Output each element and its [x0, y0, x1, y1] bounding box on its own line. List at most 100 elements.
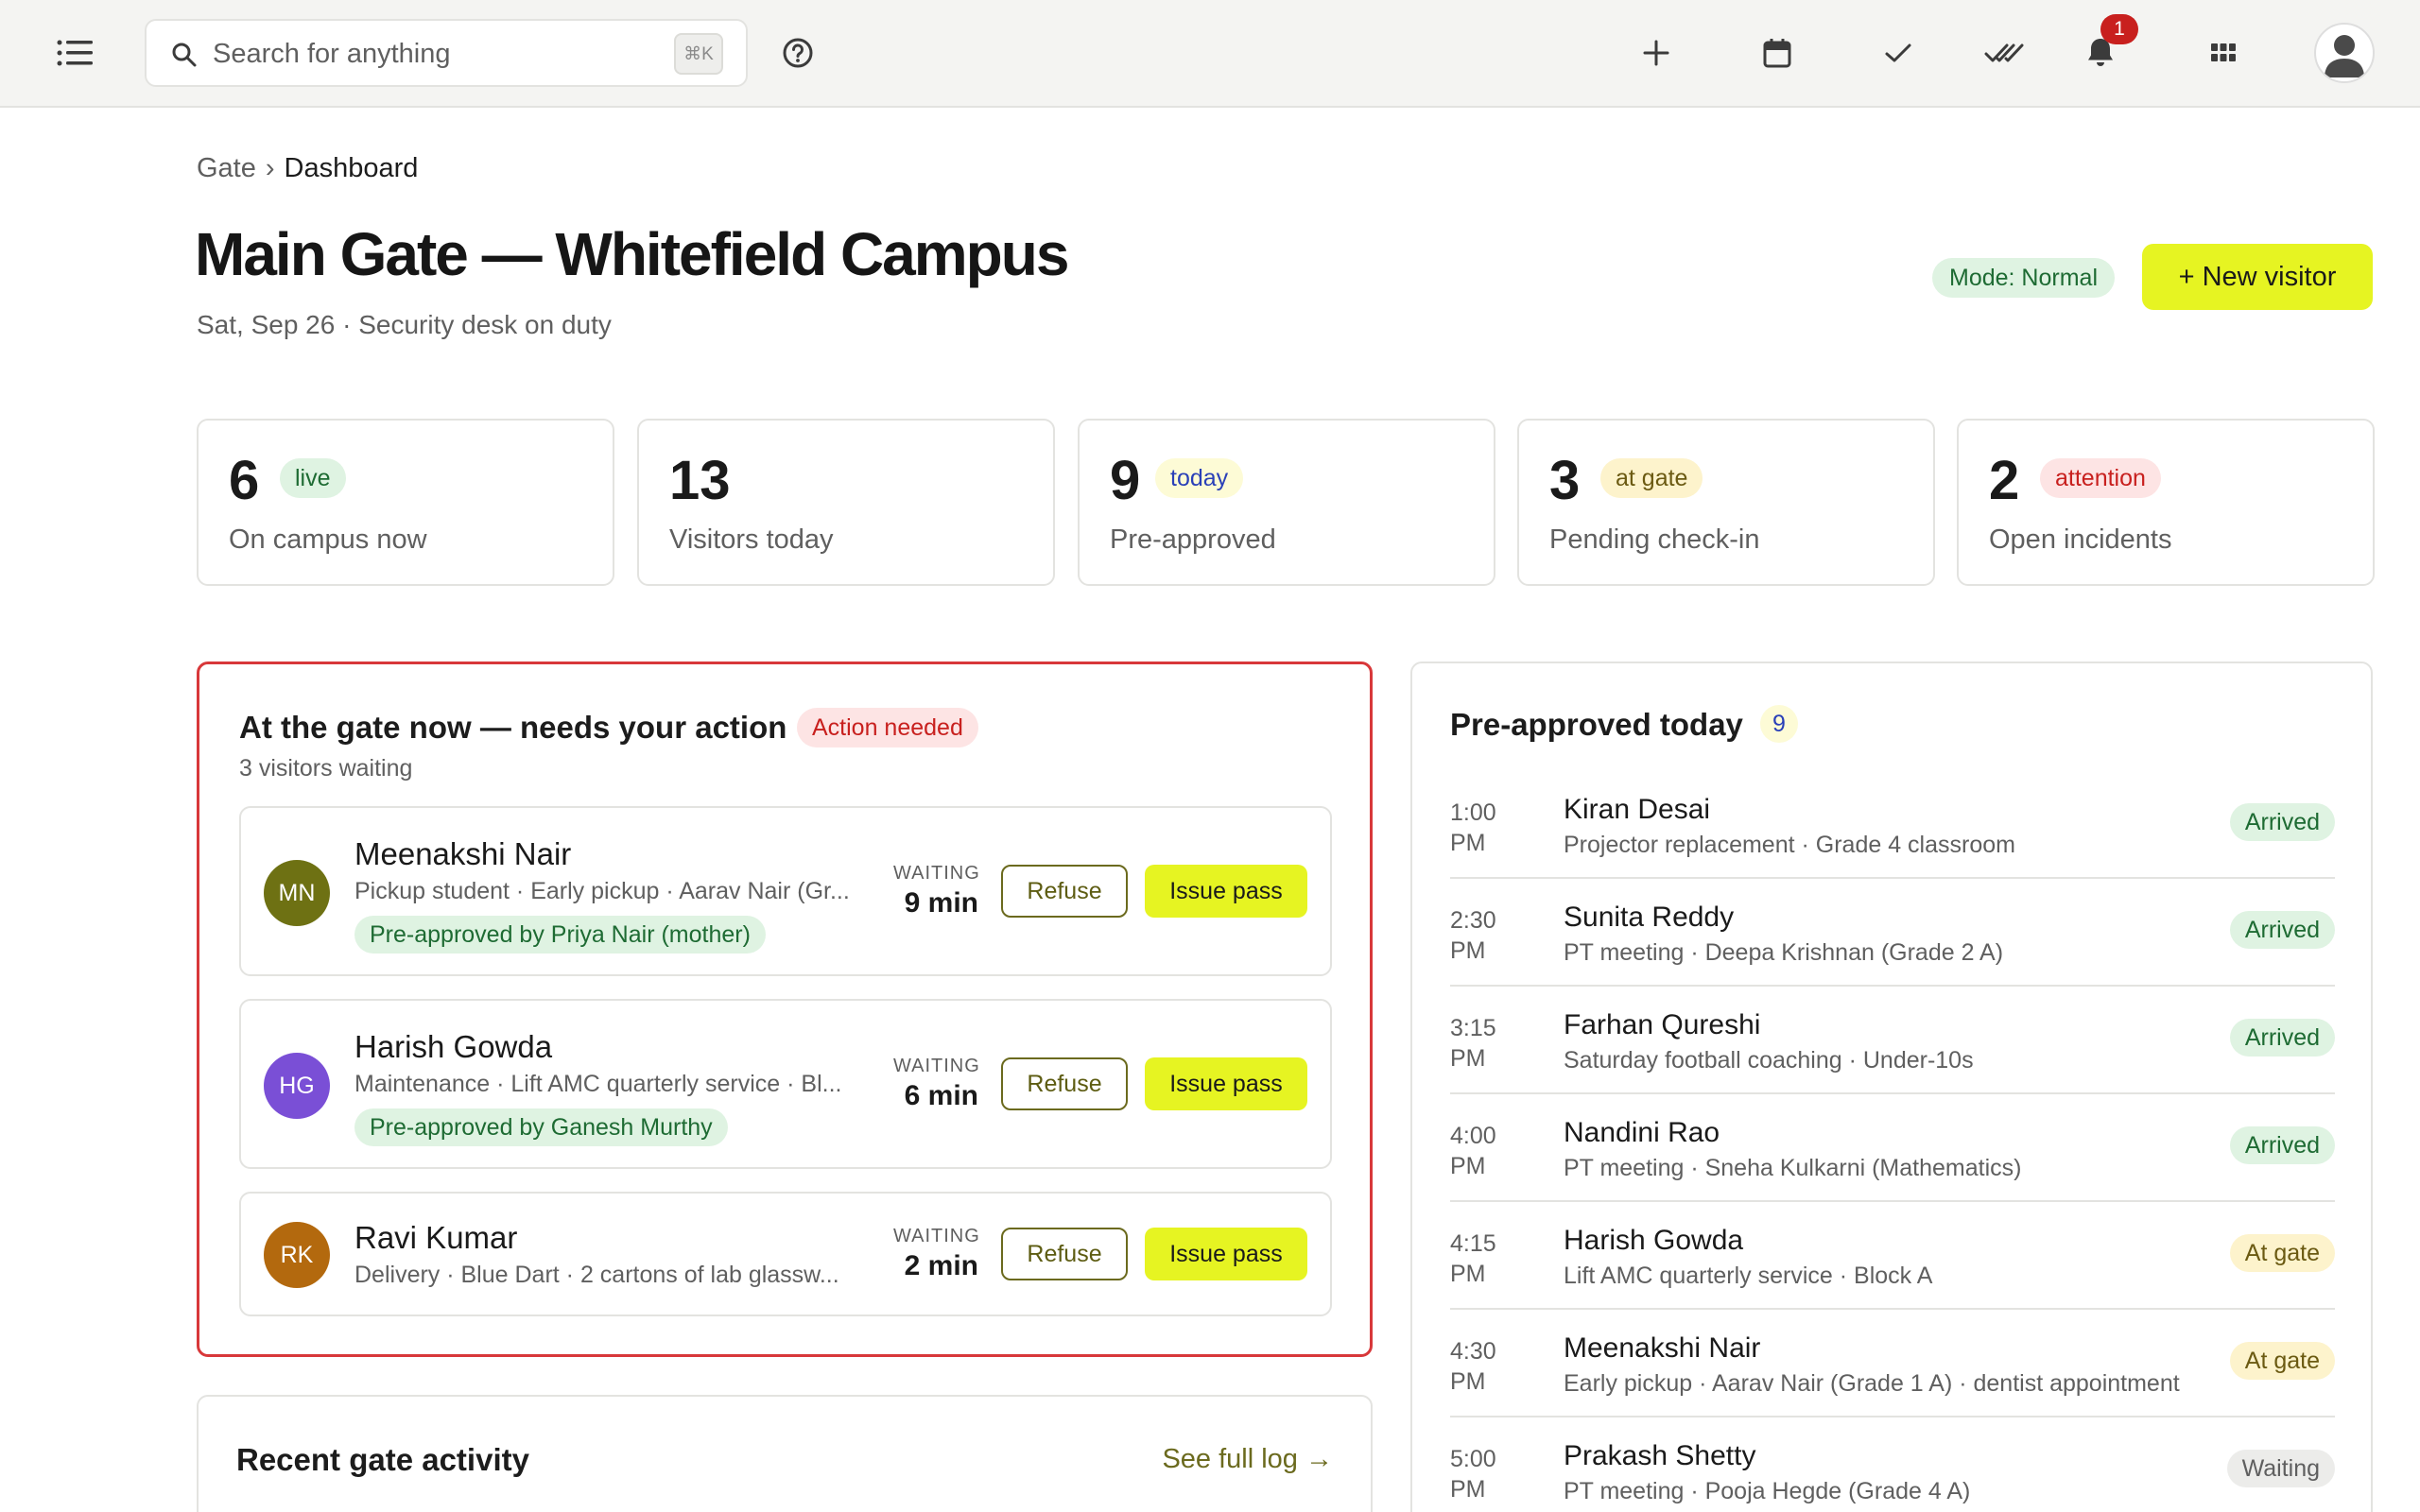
stat-value: 13 — [669, 450, 731, 511]
pre-approved-panel: Pre-approved today 9 1:00 PM Kiran Desai … — [1410, 662, 2373, 1512]
stat-card-on-campus[interactable]: 6 live On campus now — [197, 419, 614, 586]
status-badge: Arrived — [2229, 803, 2335, 841]
refuse-button[interactable]: Refuse — [1001, 865, 1128, 918]
scheduled-time: 2:30 PM — [1450, 907, 1496, 964]
visitor-detail: Saturday football coaching · Under-10s — [1564, 1047, 1974, 1074]
plus-icon[interactable] — [1639, 36, 1673, 70]
visitor-name: Sunita Reddy — [1564, 902, 1735, 933]
stat-card-pending-check-in[interactable]: 3 at gate Pending check-in — [1517, 419, 1935, 586]
issue-pass-button[interactable]: Issue pass — [1145, 865, 1307, 918]
visitor-name: Harish Gowda — [1564, 1225, 1744, 1256]
visitor-name: Kiran Desai — [1564, 794, 1711, 825]
calendar-icon[interactable] — [1760, 34, 1794, 72]
recent-gate-activity-panel: Recent gate activity See full log → — [197, 1395, 1373, 1512]
panel-title: Recent gate activity — [236, 1442, 529, 1477]
apps-grid-icon[interactable] — [2206, 36, 2240, 70]
waiting-label: WAITING — [893, 1056, 980, 1076]
visitor-detail: Maintenance · Lift AMC quarterly service… — [354, 1071, 842, 1097]
action-needed-badge: Action needed — [797, 708, 978, 747]
scheduled-time: 3:15 PM — [1450, 1015, 1496, 1072]
top-bar: ⌘K 1 — [0, 0, 2420, 108]
status-badge: At gate — [2229, 1234, 2335, 1272]
pre-approved-row[interactable]: 1:00 PM Kiran Desai Projector replacement… — [1450, 771, 2335, 879]
pre-approved-badge: Pre-approved by Priya Nair (mother) — [354, 916, 766, 954]
check-icon[interactable] — [1881, 36, 1915, 70]
stat-value: 2 — [1989, 450, 2020, 511]
stat-tag-live: live — [280, 458, 346, 498]
panel-title: At the gate now — needs your action — [239, 710, 787, 745]
scheduled-time: 5:00 PM — [1450, 1446, 1496, 1503]
page-subtitle: Sat, Sep 26 · Security desk on duty — [197, 310, 612, 339]
avatar: HG — [264, 1053, 330, 1119]
pre-approved-row[interactable]: 4:00 PM Nandini Rao PT meeting · Sneha Ku… — [1450, 1094, 2335, 1202]
status-badge: Waiting — [2226, 1450, 2335, 1487]
search-input[interactable] — [213, 30, 666, 77]
stat-label: Open incidents — [1989, 524, 2172, 555]
scheduled-time: 4:00 PM — [1450, 1123, 1496, 1179]
stat-value: 9 — [1110, 450, 1141, 511]
visitor-name: Prakash Shetty — [1564, 1440, 1756, 1471]
visitor-detail: Early pickup · Aarav Nair (Grade 1 A) · … — [1564, 1370, 2180, 1397]
stat-card-open-incidents[interactable]: 2 attention Open incidents — [1957, 419, 2375, 586]
stat-label: Pending check-in — [1549, 524, 1760, 555]
avatar: RK — [264, 1222, 330, 1288]
visitor-detail: PT meeting · Sneha Kulkarni (Mathematics… — [1564, 1155, 2022, 1181]
visitor-name: Ravi Kumar — [354, 1220, 518, 1255]
stat-value: 6 — [229, 450, 260, 511]
search-icon — [171, 42, 198, 73]
panel-title: Pre-approved today — [1450, 707, 1743, 742]
menu-icon[interactable] — [53, 34, 98, 72]
pre-approved-row[interactable]: 5:00 PM Prakash Shetty PT meeting · Pooja… — [1450, 1418, 2335, 1512]
notification-count-badge: 1 — [2100, 14, 2138, 44]
refuse-button[interactable]: Refuse — [1001, 1228, 1128, 1280]
panel-subtitle: 3 visitors waiting — [239, 755, 413, 782]
stat-card-visitors-today[interactable]: 13 Visitors today — [637, 419, 1055, 586]
pre-approved-badge: Pre-approved by Ganesh Murthy — [354, 1108, 728, 1146]
gate-action-panel: At the gate now — needs your action Acti… — [197, 662, 1373, 1357]
waiting-time: 9 min — [904, 887, 978, 919]
waiting-visitor-card: RK Ravi Kumar Delivery · Blue Dart · 2 c… — [239, 1192, 1332, 1316]
visitor-detail: Pickup student · Early pickup · Aarav Na… — [354, 878, 850, 904]
stat-tag-attention: attention — [2040, 458, 2161, 498]
visitor-name: Nandini Rao — [1564, 1117, 1720, 1148]
help-icon[interactable] — [781, 36, 815, 70]
stat-tag-today: today — [1155, 458, 1244, 498]
pre-approved-row[interactable]: 4:30 PM Meenakshi Nair Early pickup · Aar… — [1450, 1310, 2335, 1418]
visitor-detail: Delivery · Blue Dart · 2 cartons of lab … — [354, 1262, 839, 1288]
scheduled-time: 1:00 PM — [1450, 799, 1496, 856]
see-full-log-link[interactable]: See full log → — [1162, 1444, 1333, 1475]
pre-approved-count-badge: 9 — [1760, 705, 1798, 743]
avatar: MN — [264, 860, 330, 926]
status-badge: Arrived — [2229, 1019, 2335, 1057]
issue-pass-button[interactable]: Issue pass — [1145, 1057, 1307, 1110]
waiting-time: 6 min — [904, 1080, 978, 1111]
visitor-name: Meenakshi Nair — [1564, 1332, 1761, 1364]
waiting-visitor-card: MN Meenakshi Nair Pickup student · Early… — [239, 806, 1332, 976]
pre-approved-row[interactable]: 3:15 PM Farhan Qureshi Saturday football … — [1450, 987, 2335, 1094]
stat-tag-at-gate: at gate — [1600, 458, 1703, 498]
new-visitor-button[interactable]: + New visitor — [2142, 244, 2373, 310]
visitor-detail: Lift AMC quarterly service · Block A — [1564, 1263, 1933, 1289]
visitor-detail: PT meeting · Deepa Krishnan (Grade 2 A) — [1564, 939, 2004, 966]
search-bar[interactable]: ⌘K — [145, 19, 748, 87]
waiting-time: 2 min — [904, 1250, 978, 1281]
stat-label: On campus now — [229, 524, 427, 555]
status-badge: Arrived — [2229, 1126, 2335, 1164]
stat-value: 3 — [1549, 450, 1581, 511]
user-avatar-icon[interactable] — [2314, 23, 2375, 83]
visitor-detail: Projector replacement · Grade 4 classroo… — [1564, 832, 2015, 858]
mode-status-badge: Mode: Normal — [1932, 258, 2115, 298]
refuse-button[interactable]: Refuse — [1001, 1057, 1128, 1110]
visitor-name: Meenakshi Nair — [354, 836, 572, 871]
pre-approved-row[interactable]: 2:30 PM Sunita Reddy PT meeting · Deepa K… — [1450, 879, 2335, 987]
breadcrumb: Gate › Dashboard — [197, 153, 418, 184]
page-title: Main Gate — Whitefield Campus — [195, 220, 1069, 288]
double-check-icon[interactable] — [1981, 36, 2027, 70]
visitor-name: Farhan Qureshi — [1564, 1009, 1761, 1040]
pre-approved-row[interactable]: 4:15 PM Harish Gowda Lift AMC quarterly s… — [1450, 1202, 2335, 1310]
visitor-detail: PT meeting · Pooja Hegde (Grade 4 A) — [1564, 1478, 1971, 1504]
issue-pass-button[interactable]: Issue pass — [1145, 1228, 1307, 1280]
stat-card-pre-approved[interactable]: 9 today Pre-approved — [1078, 419, 1495, 586]
breadcrumb-root-link[interactable]: Gate — [197, 153, 256, 184]
scheduled-time: 4:30 PM — [1450, 1338, 1496, 1395]
